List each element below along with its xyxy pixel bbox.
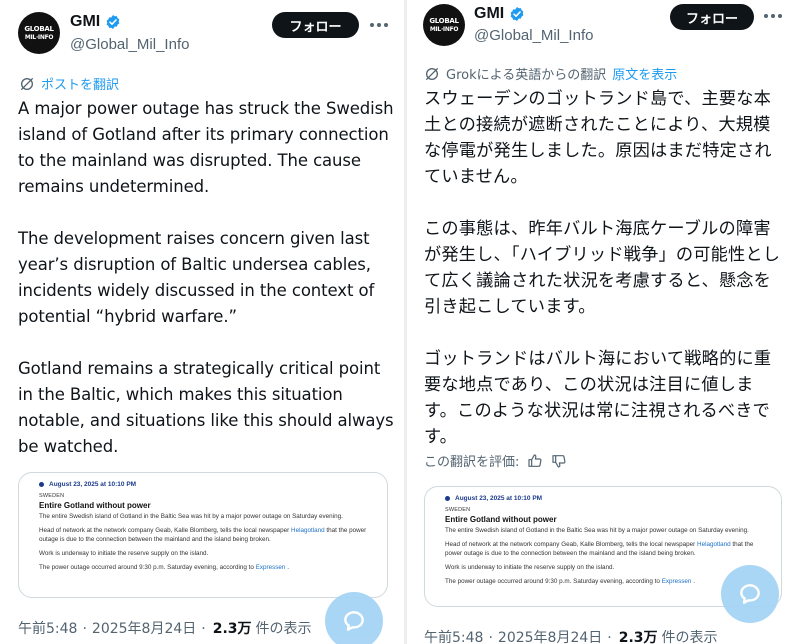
thumbs-down-icon[interactable] (551, 453, 567, 469)
translate-icon (21, 77, 33, 90)
author-handle[interactable]: @Global_Mil_Info (70, 36, 189, 53)
article-headline: Entire Gotland without power (445, 515, 557, 524)
avatar-logo-subtext: MIL·INFO (429, 25, 459, 33)
avatar-logo-text: GLOBAL (429, 16, 459, 25)
thumbs-up-icon[interactable] (527, 453, 543, 469)
post-date[interactable]: 2025年8月24日 (92, 618, 196, 638)
translation-info: Grokによる英語からの翻訳 原文を表示 (424, 64, 677, 83)
rate-translation-label: この翻訳を評価: (424, 455, 520, 470)
grok-chat-icon (740, 584, 760, 604)
article-content: August 23, 2025 at 10:10 PM SWEDEN Entir… (39, 481, 375, 577)
follow-button[interactable]: フォロー (670, 4, 754, 30)
translated-post-text: スウェーデンのゴットランド島で、主要な本 土との接続が遮断されたことにより、大規… (424, 89, 781, 447)
post-text: A major power outage has struck the Swed… (18, 99, 394, 456)
verified-badge-icon (106, 15, 120, 29)
post-date[interactable]: 2025年8月24日 (498, 627, 602, 644)
article-paragraph: The entire Swedish island of Gotland in … (39, 513, 343, 520)
grok-chat-button[interactable] (721, 565, 779, 623)
right-post-panel: GLOBAL MIL·INFO GMI @Global_Mil_Info フォロ… (407, 0, 800, 644)
article-paragraph: Head of network at the network company G… (445, 541, 754, 557)
article-paragraph: Work is underway to initiate the reserve… (445, 564, 615, 571)
post-time[interactable]: 午前5:48 (424, 627, 483, 644)
post-time[interactable]: 午前5:48 (18, 618, 77, 638)
views-label: 件の表示 (255, 621, 312, 637)
article-content: August 23, 2025 at 10:10 PM SWEDEN Entir… (445, 495, 769, 591)
views-count: 2.3万 (618, 630, 658, 644)
grok-chat-button[interactable] (325, 592, 383, 644)
article-paragraph: The power outage occurred around 9:30 p.… (39, 564, 289, 571)
avatar[interactable]: GLOBAL MIL·INFO (18, 12, 60, 54)
author-name-row: GMI (70, 13, 121, 31)
follow-button[interactable]: フォロー (272, 12, 359, 38)
article-date: August 23, 2025 at 10:10 PM (39, 481, 375, 488)
translate-post-label[interactable]: ポストを翻訳 (41, 74, 119, 93)
author-name-row: GMI (474, 5, 525, 23)
article-paragraph: The entire Swedish island of Gotland in … (445, 527, 749, 534)
grok-chat-icon (344, 611, 364, 631)
article-paragraph: Work is underway to initiate the reserve… (39, 550, 209, 557)
left-post-panel: GLOBAL MIL·INFO GMI @Global_Mil_Info フォロ… (0, 0, 404, 644)
article-paragraph: Head of network at the network company G… (39, 527, 367, 543)
article-date: August 23, 2025 at 10:10 PM (445, 495, 769, 502)
author-handle[interactable]: @Global_Mil_Info (474, 27, 593, 44)
article-headline: Entire Gotland without power (39, 501, 151, 510)
verified-badge-icon (510, 7, 524, 21)
more-icon[interactable] (370, 15, 388, 35)
translated-by-label: Grokによる英語からの翻訳 (446, 68, 607, 83)
more-icon[interactable] (764, 6, 782, 26)
translate-post-link[interactable]: ポストを翻訳 (19, 74, 119, 93)
show-original-link[interactable]: 原文を表示 (612, 64, 677, 83)
avatar[interactable]: GLOBAL MIL·INFO (423, 4, 465, 46)
article-section: SWEDEN (445, 507, 471, 513)
post-metadata: 午前5:48 · 2025年8月24日 · 2.3万 件の表示 (424, 627, 718, 644)
rate-translation-row: この翻訳を評価: (424, 451, 567, 470)
avatar-logo-text: GLOBAL (24, 24, 54, 33)
translate-icon (426, 67, 438, 80)
author-name[interactable]: GMI (474, 5, 504, 23)
post-metadata: 午前5:48 · 2025年8月24日 · 2.3万 件の表示 (18, 618, 312, 638)
avatar-logo-subtext: MIL·INFO (24, 33, 54, 41)
article-section: SWEDEN (39, 493, 65, 499)
article-screenshot-card[interactable]: August 23, 2025 at 10:10 PM SWEDEN Entir… (18, 472, 388, 598)
views-label: 件の表示 (661, 630, 718, 644)
author-name[interactable]: GMI (70, 13, 100, 31)
article-paragraph: The power outage occurred around 9:30 p.… (445, 578, 695, 585)
views-count: 2.3万 (212, 621, 252, 637)
